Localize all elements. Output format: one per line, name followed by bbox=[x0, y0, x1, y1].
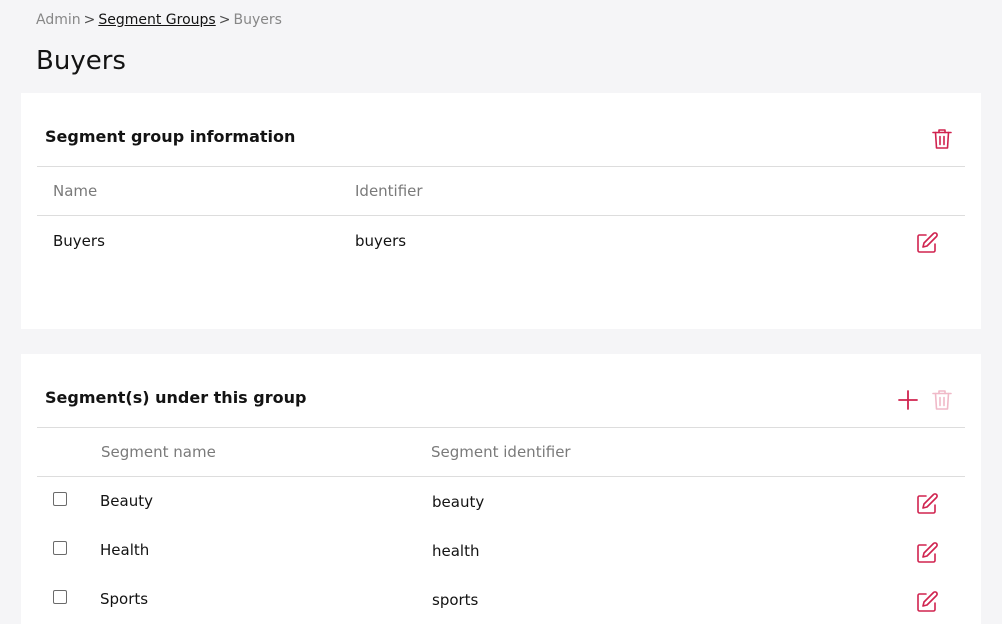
segment-identifier: health bbox=[432, 542, 480, 560]
segment-name: Sports bbox=[100, 590, 149, 608]
segment-name: Health bbox=[100, 541, 150, 559]
edit-icon bbox=[917, 232, 938, 253]
row-checkbox[interactable] bbox=[53, 590, 67, 604]
delete-segments-button[interactable] bbox=[930, 388, 954, 412]
divider bbox=[37, 476, 965, 477]
column-header-segment-identifier: Segment identifier bbox=[431, 443, 571, 461]
row-checkbox[interactable] bbox=[53, 541, 67, 555]
edit-group-button[interactable] bbox=[915, 231, 939, 255]
edit-segment-button[interactable] bbox=[915, 541, 939, 565]
breadcrumb-separator: > bbox=[218, 12, 231, 28]
edit-icon bbox=[917, 542, 938, 563]
column-header-segment-name: Segment name bbox=[101, 443, 216, 461]
breadcrumb-separator: > bbox=[83, 12, 96, 28]
divider bbox=[37, 166, 965, 167]
segment-identifier: beauty bbox=[432, 493, 485, 511]
column-header-name: Name bbox=[53, 182, 98, 200]
breadcrumb-root: Admin bbox=[36, 12, 81, 28]
segment-identifier: sports bbox=[432, 591, 479, 609]
breadcrumb: Admin > Segment Groups > Buyers bbox=[36, 10, 282, 30]
column-header-identifier: Identifier bbox=[355, 182, 423, 200]
breadcrumb-link-segment-groups[interactable]: Segment Groups bbox=[98, 12, 215, 28]
card-title: Segment group information bbox=[45, 127, 296, 146]
breadcrumb-current: Buyers bbox=[233, 12, 282, 28]
page-title: Buyers bbox=[36, 46, 126, 76]
segment-name: Beauty bbox=[100, 492, 153, 510]
trash-icon bbox=[932, 129, 952, 149]
divider bbox=[37, 215, 965, 216]
card-title: Segment(s) under this group bbox=[45, 388, 307, 407]
trash-icon bbox=[932, 390, 952, 410]
divider bbox=[37, 427, 965, 428]
add-segment-button[interactable] bbox=[896, 388, 920, 412]
edit-icon bbox=[917, 493, 938, 514]
segment-group-info-card: Segment group information Name Identifie… bbox=[21, 93, 981, 329]
plus-icon bbox=[898, 390, 918, 410]
group-identifier-value: buyers bbox=[355, 232, 407, 250]
row-checkbox[interactable] bbox=[53, 492, 67, 506]
segments-card: Segment(s) under this group Segment name… bbox=[21, 354, 981, 624]
group-name-value: Buyers bbox=[53, 232, 105, 250]
edit-segment-button[interactable] bbox=[915, 590, 939, 614]
delete-group-button[interactable] bbox=[930, 127, 954, 151]
edit-icon bbox=[917, 591, 938, 612]
edit-segment-button[interactable] bbox=[915, 492, 939, 516]
